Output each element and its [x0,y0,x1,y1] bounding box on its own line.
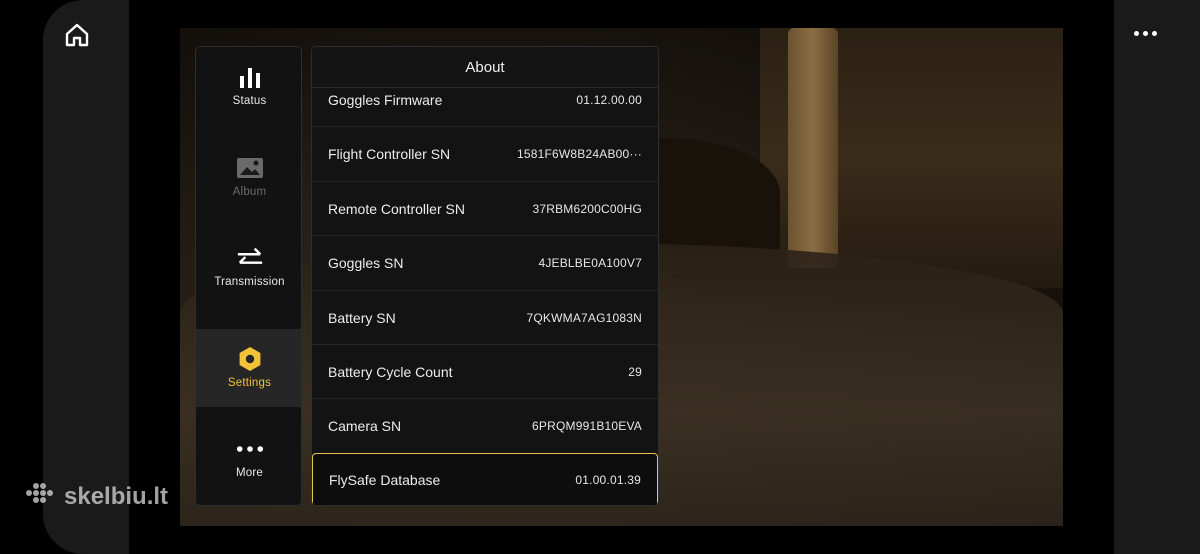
right-rail [1114,0,1200,554]
nav-label-album: Album [232,186,267,198]
row-value: 01.12.00.00 [576,93,642,107]
nav-label-status: Status [232,95,267,107]
nav-item-status[interactable]: Status [196,47,301,125]
nav-item-more[interactable]: More [196,419,301,497]
about-row-flysafe-database[interactable]: FlySafe Database 01.00.01.39 [312,453,658,505]
about-row-battery-sn[interactable]: Battery SN 7QKWMA7AG1083N [312,290,658,344]
about-row-goggles-sn[interactable]: Goggles SN 4JEBLBE0A100V7 [312,235,658,289]
about-row-remote-controller-sn[interactable]: Remote Controller SN 37RBM6200C00HG [312,181,658,235]
row-value: 37RBM6200C00HG [532,201,642,216]
bar-chart-icon [236,65,264,89]
row-value: 01.00.01.39 [575,473,641,487]
left-rail [43,0,129,554]
about-row-battery-cycle-count[interactable]: Battery Cycle Count 29 [312,344,658,398]
watermark-text: skelbiu.lt [64,482,169,510]
image-icon [236,156,264,180]
nav-label-transmission: Transmission [214,276,285,288]
nav-label-settings: Settings [227,377,272,389]
row-label: Flight Controller SN [328,145,451,162]
about-row-flight-controller-sn[interactable]: Flight Controller SN 1581F6W8B24AB00··· [312,126,658,180]
row-label: Battery Cycle Count [328,363,453,380]
watermark: skelbiu.lt [24,480,168,513]
camera-post [788,28,838,268]
about-panel: About Goggles Firmware 01.12.00.00 Fligh… [311,46,659,506]
row-value: 29 [628,364,642,379]
row-label: FlySafe Database [329,472,441,488]
watermark-logo-icon [24,480,58,513]
nav-item-album[interactable]: Album [196,138,301,216]
hex-nut-icon [236,347,264,371]
row-label: Camera SN [328,417,402,434]
row-value: 4JEBLBE0A100V7 [538,255,642,270]
more-dots-icon [236,437,264,461]
more-options-icon[interactable] [1130,22,1160,44]
nav-item-settings[interactable]: Settings [196,329,301,407]
row-label: Goggles SN [328,254,404,271]
row-label: Battery SN [328,309,396,326]
row-label: Remote Controller SN [328,200,465,217]
page-title: About [312,47,658,88]
row-value: 6PRQM991B10EVA [532,418,642,433]
row-value: 7QKWMA7AG1083N [526,310,642,325]
about-row-camera-sn[interactable]: Camera SN 6PRQM991B10EVA [312,398,658,452]
nav-label-more: More [235,467,263,479]
home-icon[interactable] [62,20,92,50]
settings-sidebar: Status Album Transmission Settings More [195,46,302,506]
nav-item-transmission[interactable]: Transmission [196,228,301,306]
row-value: 1581F6W8B24AB00··· [517,146,642,161]
row-label: Goggles Firmware [328,92,443,108]
swap-arrows-icon [236,246,264,270]
